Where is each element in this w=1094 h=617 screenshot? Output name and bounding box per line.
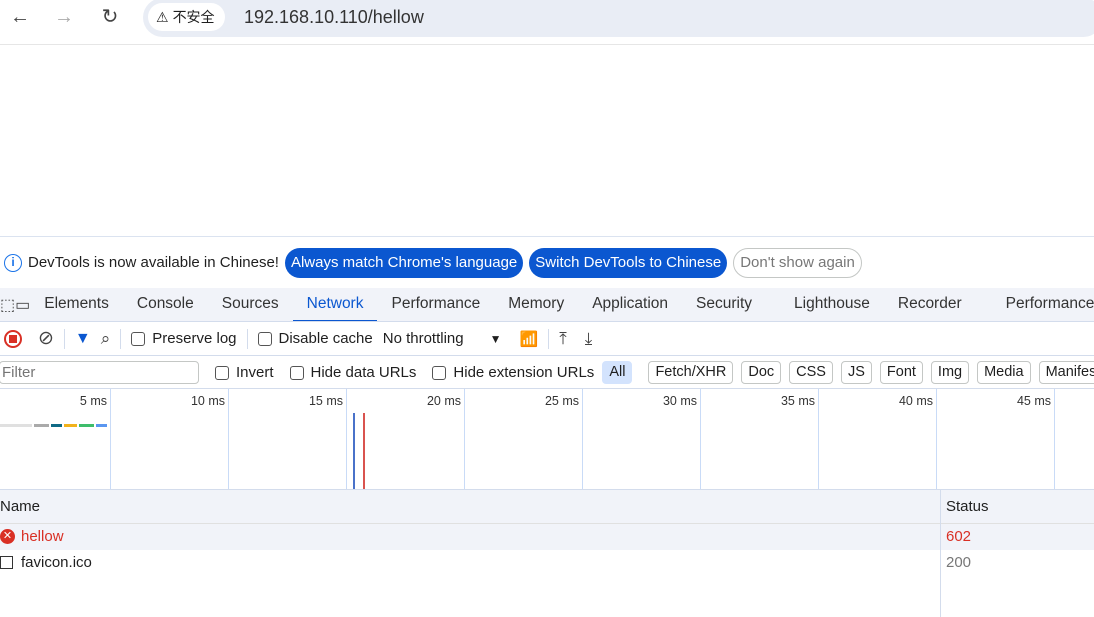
column-name-header[interactable]: Name [0, 498, 40, 515]
device-toolbar-icon[interactable]: ▭ [15, 295, 30, 315]
tab-network[interactable]: Network [292, 288, 378, 321]
type-filter-css[interactable]: CSS [789, 360, 833, 384]
type-filter-doc[interactable]: Doc [741, 360, 782, 384]
type-filter-manifest[interactable]: Manifest [1038, 360, 1094, 384]
divider [120, 328, 122, 349]
network-conditions-icon[interactable]: 📶 [520, 330, 539, 348]
timeline-gridline [818, 389, 819, 489]
dom-content-loaded-marker [353, 413, 355, 489]
tab-sources[interactable]: Sources [208, 288, 293, 321]
timeline-tick-label: 30 ms [662, 394, 697, 408]
preserve-log-checkbox[interactable]: Preserve log [131, 330, 237, 347]
tab-security[interactable]: Security [682, 288, 766, 321]
type-filter-all[interactable]: All [602, 360, 633, 384]
tab-console[interactable]: Console [123, 288, 208, 321]
tab-performance-insights[interactable]: Performance insights [976, 288, 1094, 321]
export-har-icon[interactable]: ⤓ [585, 329, 593, 349]
tab-recorder[interactable]: Recorder [884, 288, 976, 321]
load-event-marker [363, 413, 365, 489]
timeline-tick-label: 45 ms [1016, 394, 1051, 408]
info-icon: i [4, 253, 22, 272]
devtools-tabbar: ⬚ ▭ Elements Console Sources Network Per… [0, 288, 1094, 322]
warning-icon: ⚠ [156, 8, 169, 25]
always-match-language-button[interactable]: Always match Chrome's language [284, 247, 524, 278]
table-header: Name Status [0, 490, 1094, 524]
timeline-gridline [464, 389, 465, 489]
forward-button[interactable]: → [50, 4, 78, 32]
timeline-gridline [936, 389, 937, 489]
tab-application[interactable]: Application [578, 288, 682, 321]
table-row[interactable]: ✕ hellow 602 [0, 524, 1094, 550]
divider [548, 328, 550, 349]
request-timing-bar [0, 424, 107, 427]
throttling-select[interactable]: No throttling ▼ [383, 330, 502, 347]
record-stop-icon[interactable] [4, 329, 22, 348]
request-status: 602 [946, 528, 972, 545]
infobar-message: DevTools is now available in Chinese! [28, 254, 279, 271]
filter-input[interactable] [0, 360, 199, 384]
tab-lighthouse[interactable]: Lighthouse [766, 288, 884, 321]
import-har-icon[interactable]: ⤒ [559, 329, 567, 349]
timeline-gridline [700, 389, 701, 489]
hide-data-urls-checkbox[interactable]: Hide data URLs [289, 364, 416, 381]
url-text[interactable]: 192.168.10.110/hellow [244, 7, 424, 28]
filter-icon[interactable]: ▼ [75, 330, 91, 348]
timeline-tick-label: 25 ms [544, 394, 579, 408]
disable-cache-checkbox[interactable]: Disable cache [257, 330, 373, 347]
timeline-tick-label: 5 ms [79, 394, 107, 408]
timeline-tick-label: 35 ms [780, 394, 815, 408]
divider [63, 328, 65, 349]
timeline-tick-label: 40 ms [898, 394, 933, 408]
type-filter-fetch-xhr[interactable]: Fetch/XHR [648, 360, 734, 384]
network-toolbar: ⊘ ▼ ⌕ Preserve log Disable cache No thro… [0, 322, 1094, 356]
timeline-gridline [1054, 389, 1055, 489]
search-icon[interactable]: ⌕ [101, 329, 111, 349]
type-filter-js[interactable]: JS [840, 360, 872, 384]
tab-memory[interactable]: Memory [494, 288, 578, 321]
timeline-gridline [228, 389, 229, 489]
timeline-tick-label: 10 ms [190, 394, 225, 408]
network-overview-timeline[interactable]: 5 ms 10 ms 15 ms 20 ms 25 ms 30 ms 35 ms 40 ms 4… [0, 389, 1094, 490]
type-filter-font[interactable]: Font [879, 360, 923, 384]
filter-bar: Invert Hide data URLs Hide extension URL… [0, 356, 1094, 389]
hide-extension-urls-checkbox[interactable]: Hide extension URLs [432, 364, 594, 381]
language-infobar: i DevTools is now available in Chinese! … [0, 236, 1094, 288]
timeline-gridline [582, 389, 583, 489]
table-row[interactable]: favicon.ico 200 [0, 550, 1094, 576]
tab-performance[interactable]: Performance [377, 288, 494, 321]
column-status-header[interactable]: Status [946, 498, 989, 515]
dont-show-again-button[interactable]: Don't show again [733, 247, 862, 278]
request-name: favicon.ico [21, 554, 92, 571]
timeline-gridline [346, 389, 347, 489]
type-filter-media[interactable]: Media [977, 360, 1031, 384]
security-label: 不安全 [172, 9, 215, 25]
timeline-gridline [110, 389, 111, 489]
security-chip[interactable]: ⚠ 不安全 [148, 3, 225, 31]
back-button[interactable]: ← [6, 4, 34, 32]
clear-icon[interactable]: ⊘ [38, 327, 54, 350]
timeline-tick-label: 20 ms [426, 394, 461, 408]
reload-button[interactable]: ↻ [96, 4, 124, 32]
type-filter-img[interactable]: Img [930, 360, 970, 384]
inspect-element-icon[interactable]: ⬚ [0, 295, 15, 315]
request-name: hellow [21, 528, 64, 545]
divider [246, 328, 248, 349]
error-icon: ✕ [0, 529, 15, 544]
column-divider [940, 490, 941, 617]
invert-checkbox[interactable]: Invert [215, 364, 274, 381]
document-icon [0, 556, 13, 569]
tab-elements[interactable]: Elements [30, 288, 123, 321]
browser-toolbar: ← → ↻ ⚠ 不安全 192.168.10.110/hellow [0, 0, 1094, 45]
switch-to-chinese-button[interactable]: Switch DevTools to Chinese [529, 247, 728, 278]
request-status: 200 [946, 554, 972, 571]
timeline-tick-label: 15 ms [308, 394, 343, 408]
